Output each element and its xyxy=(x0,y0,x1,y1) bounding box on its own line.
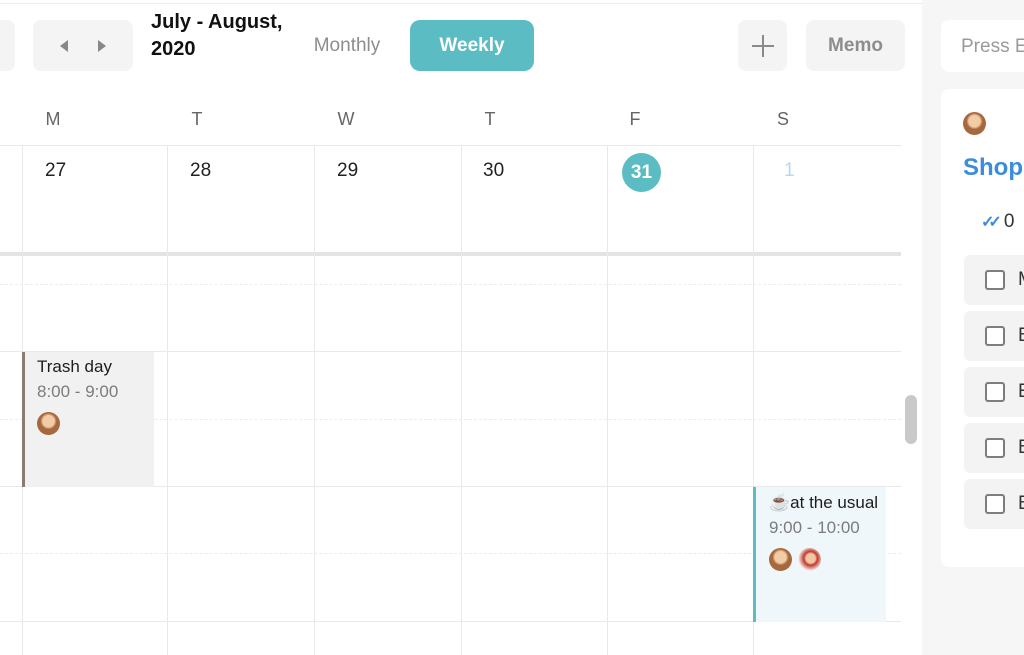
prev-arrow-icon[interactable] xyxy=(60,39,68,52)
event-attendees xyxy=(769,548,886,571)
plus-icon xyxy=(751,34,774,57)
checkbox[interactable] xyxy=(985,494,1005,514)
weekday-label: S xyxy=(776,109,789,129)
left-toolbar-button[interactable] xyxy=(0,20,15,71)
list-card: Shop ✓✓ 0 M B E B B xyxy=(941,89,1024,567)
column-line xyxy=(607,146,608,655)
scrollbar-thumb[interactable] xyxy=(905,395,917,444)
double-check-icon: ✓✓ xyxy=(981,214,1002,231)
tab-weekly[interactable]: Weekly xyxy=(410,20,534,71)
event-time: 8:00 - 9:00 xyxy=(37,382,119,401)
next-arrow-icon[interactable] xyxy=(98,39,106,52)
day-number[interactable]: 30 xyxy=(483,160,504,182)
memo-button[interactable]: Memo xyxy=(806,20,905,71)
grid-line xyxy=(0,145,901,146)
weekday-label: T xyxy=(191,109,203,129)
day-number[interactable]: 27 xyxy=(45,160,66,182)
tab-monthly[interactable]: Monthly xyxy=(296,20,398,71)
weekday-label: T xyxy=(484,109,496,129)
item-label: B xyxy=(1018,437,1024,459)
column-line xyxy=(314,146,315,655)
avatar xyxy=(798,548,821,571)
checkbox[interactable] xyxy=(985,382,1005,402)
event-trash-day[interactable]: Trash day 8:00 - 9:00 xyxy=(22,352,154,487)
list-item[interactable]: B xyxy=(964,311,1024,361)
event-attendees xyxy=(37,412,154,435)
column-line xyxy=(461,146,462,655)
list-item[interactable]: B xyxy=(964,423,1024,473)
item-label: E xyxy=(1018,381,1024,403)
avatar xyxy=(963,112,986,135)
avatar xyxy=(769,548,792,571)
event-title: Trash day xyxy=(37,357,112,376)
checkbox[interactable] xyxy=(985,326,1005,346)
weekday-label: W xyxy=(337,109,355,129)
column-line xyxy=(167,146,168,655)
checkbox[interactable] xyxy=(985,270,1005,290)
list-item[interactable]: B xyxy=(964,479,1024,529)
event-coffee[interactable]: ☕at the usual 9:00 - 10:00 xyxy=(753,487,886,622)
completion-count: ✓✓ 0 xyxy=(981,211,1014,233)
item-label: B xyxy=(1018,325,1024,347)
search-input[interactable]: Press E xyxy=(941,20,1024,72)
event-title: ☕at the usual xyxy=(769,493,879,512)
event-time: 9:00 - 10:00 xyxy=(769,518,860,537)
day-number[interactable]: 29 xyxy=(337,160,358,182)
add-event-button[interactable] xyxy=(738,20,787,71)
item-label: B xyxy=(1018,493,1024,515)
grid-line xyxy=(0,284,901,285)
date-navigation xyxy=(33,20,133,71)
completion-value: 0 xyxy=(1003,211,1015,232)
day-number[interactable]: 1 xyxy=(784,160,795,182)
today-marker[interactable]: 31 xyxy=(622,153,661,192)
card-title[interactable]: Shop xyxy=(963,154,1023,182)
list-item[interactable]: M xyxy=(964,255,1024,305)
page-title: July - August, 2020 xyxy=(151,11,283,60)
checkbox[interactable] xyxy=(985,438,1005,458)
all-day-divider xyxy=(0,252,901,256)
list-item[interactable]: E xyxy=(964,367,1024,417)
top-divider xyxy=(0,3,922,4)
item-label: M xyxy=(1018,269,1024,291)
day-number[interactable]: 28 xyxy=(190,160,211,182)
weekday-label: M xyxy=(45,109,61,129)
weekday-label: F xyxy=(629,109,641,129)
avatar xyxy=(37,412,60,435)
